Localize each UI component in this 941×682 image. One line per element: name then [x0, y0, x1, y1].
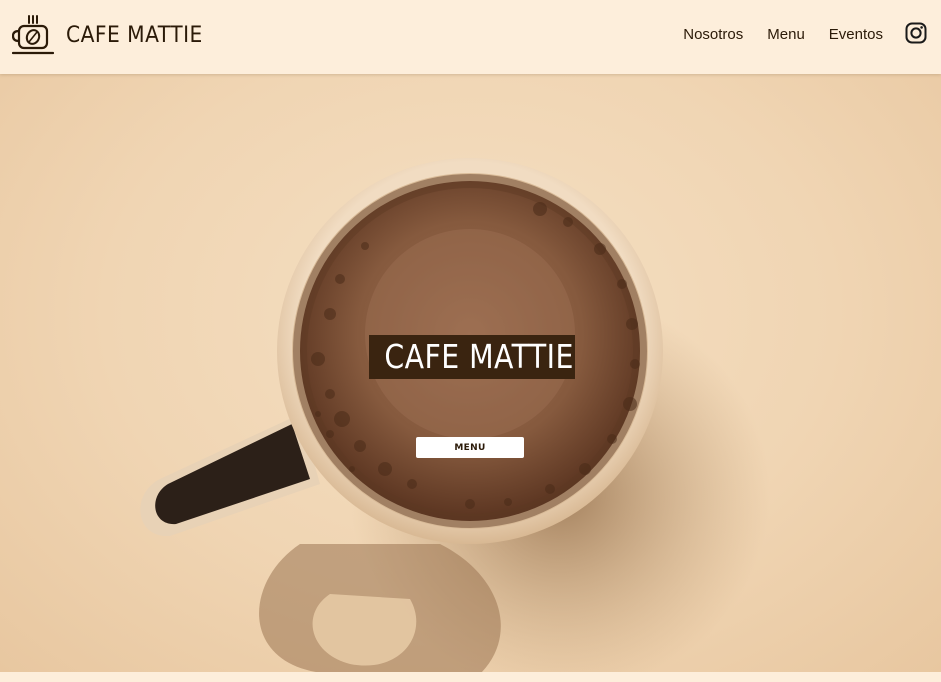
hero-section: CAFE MATTIE MENU	[0, 74, 941, 672]
site-header: CAFE MATTIE Nosotros Menu Eventos	[0, 0, 941, 74]
nav-menu[interactable]: Menu	[767, 26, 805, 43]
nav-eventos[interactable]: Eventos	[829, 26, 883, 43]
coffee-cup-icon	[12, 15, 54, 55]
main-nav: Nosotros Menu Eventos	[683, 26, 883, 43]
nav-nosotros[interactable]: Nosotros	[683, 26, 743, 43]
menu-button[interactable]: MENU	[416, 437, 524, 458]
hero-title-text: CAFE MATTIE	[384, 337, 574, 376]
brand-name: CAFE MATTIE	[66, 22, 203, 48]
page-bottom-strip	[0, 672, 941, 682]
hero-title: CAFE MATTIE	[369, 335, 575, 379]
instagram-icon[interactable]	[905, 22, 927, 44]
brand[interactable]: CAFE MATTIE	[12, 13, 215, 57]
